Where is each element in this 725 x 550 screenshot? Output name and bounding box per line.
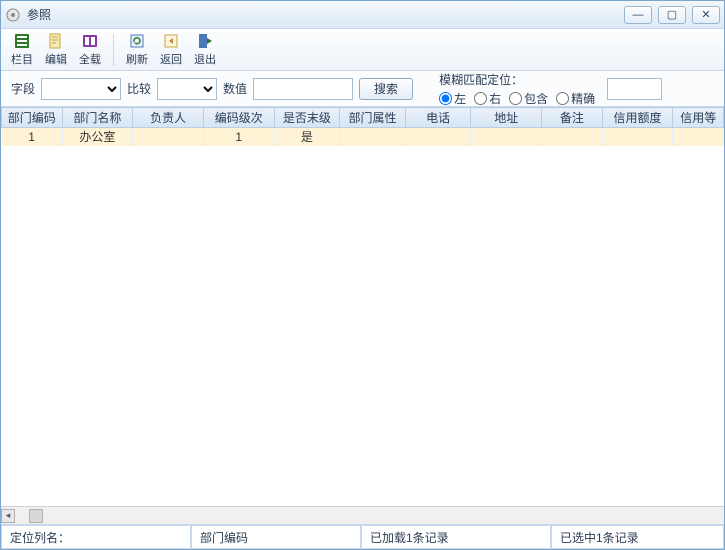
value-input[interactable] (253, 78, 353, 100)
status-loaded: 已加载1条记录 (361, 526, 551, 549)
titlebar: 参照 — ▢ ✕ (1, 1, 724, 29)
col-header[interactable]: 信用等 (673, 108, 724, 128)
col-header[interactable]: 部门名称 (62, 108, 133, 128)
fuzzy-left-radio[interactable] (439, 92, 452, 105)
minimize-button[interactable]: — (624, 6, 652, 24)
filter-bar: 字段 比较 数值 搜索 模糊匹配定位： 左 右 包含 精确 (1, 71, 724, 107)
window: 参照 — ▢ ✕ 栏目 编辑 全载 刷新 返回 退出 (0, 0, 725, 550)
field-select[interactable] (41, 78, 121, 100)
table-cell (602, 128, 673, 146)
col-header[interactable]: 备注 (542, 108, 603, 128)
window-title: 参照 (27, 6, 624, 23)
col-header[interactable]: 信用额度 (602, 108, 673, 128)
window-buttons: — ▢ ✕ (624, 6, 720, 24)
table-cell (542, 128, 603, 146)
toolbar: 栏目 编辑 全载 刷新 返回 退出 (1, 29, 724, 71)
table-cell: 是 (274, 128, 340, 146)
scroll-thumb[interactable] (29, 509, 43, 523)
table-cell: 办公室 (62, 128, 133, 146)
close-button[interactable]: ✕ (692, 6, 720, 24)
toolbar-columns-label: 栏目 (11, 51, 33, 67)
toolbar-back-label: 返回 (160, 51, 182, 67)
fuzzy-left[interactable]: 左 (439, 90, 466, 107)
locate-input[interactable] (607, 78, 662, 100)
fuzzy-contain-radio[interactable] (509, 92, 522, 105)
header-row: 部门编码部门名称负责人编码级次是否末级部门属性电话地址备注信用额度信用等 (2, 108, 724, 128)
fuzzy-contain[interactable]: 包含 (509, 90, 548, 107)
col-header[interactable]: 编码级次 (203, 108, 274, 128)
table-row[interactable]: 1办公室1是 (2, 128, 724, 146)
fuzzy-group: 模糊匹配定位： 左 右 包含 精确 (439, 71, 595, 107)
status-locate-label: 定位列名： (1, 526, 191, 549)
maximize-button[interactable]: ▢ (658, 6, 686, 24)
grid-wrap: 部门编码部门名称负责人编码级次是否末级部门属性电话地址备注信用额度信用等 1办公… (1, 107, 724, 525)
status-selected: 已选中1条记录 (551, 526, 724, 549)
scroll-left-arrow[interactable]: ◂ (1, 509, 15, 523)
col-header[interactable]: 是否末级 (274, 108, 340, 128)
app-icon (5, 7, 21, 23)
fuzzy-exact[interactable]: 精确 (556, 90, 595, 107)
col-header[interactable]: 部门属性 (340, 108, 406, 128)
table-cell: 1 (203, 128, 274, 146)
compare-label: 比较 (127, 80, 151, 97)
toolbar-back[interactable]: 返回 (156, 32, 186, 67)
toolbar-loadall-label: 全载 (79, 51, 101, 67)
col-header[interactable]: 地址 (471, 108, 542, 128)
fuzzy-right[interactable]: 右 (474, 90, 501, 107)
fuzzy-title: 模糊匹配定位： (439, 71, 595, 88)
horizontal-scrollbar[interactable]: ◂ (1, 506, 724, 524)
table-cell (673, 128, 724, 146)
table-cell (405, 128, 471, 146)
toolbar-edit-label: 编辑 (45, 51, 67, 67)
value-label: 数值 (223, 80, 247, 97)
toolbar-edit[interactable]: 编辑 (41, 32, 71, 67)
toolbar-exit[interactable]: 退出 (190, 32, 220, 67)
toolbar-exit-label: 退出 (194, 51, 216, 67)
col-header[interactable]: 负责人 (133, 108, 204, 128)
table-cell (471, 128, 542, 146)
field-label: 字段 (11, 80, 35, 97)
fuzzy-right-radio[interactable] (474, 92, 487, 105)
toolbar-separator (113, 34, 114, 66)
col-header[interactable]: 电话 (405, 108, 471, 128)
data-grid[interactable]: 部门编码部门名称负责人编码级次是否末级部门属性电话地址备注信用额度信用等 1办公… (1, 107, 724, 506)
compare-select[interactable] (157, 78, 217, 100)
col-header[interactable]: 部门编码 (2, 108, 63, 128)
search-button[interactable]: 搜索 (359, 78, 413, 100)
toolbar-refresh-label: 刷新 (126, 51, 148, 67)
toolbar-refresh[interactable]: 刷新 (122, 32, 152, 67)
toolbar-columns[interactable]: 栏目 (7, 32, 37, 67)
status-locate-col: 部门编码 (191, 526, 361, 549)
fuzzy-exact-radio[interactable] (556, 92, 569, 105)
table-cell: 1 (2, 128, 63, 146)
toolbar-loadall[interactable]: 全载 (75, 32, 105, 67)
table-cell (340, 128, 406, 146)
table-cell (133, 128, 204, 146)
status-bar: 定位列名： 部门编码 已加载1条记录 已选中1条记录 (1, 525, 724, 549)
